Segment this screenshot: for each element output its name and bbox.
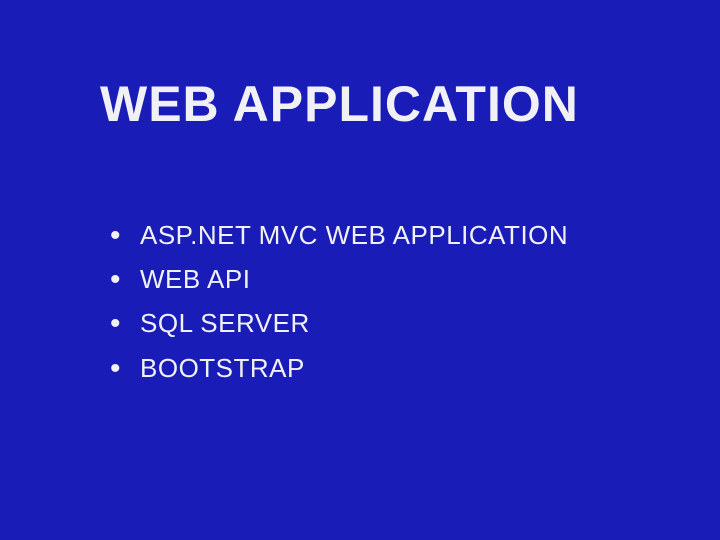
list-item: WEB API: [110, 257, 660, 301]
list-item: SQL SERVER: [110, 301, 660, 345]
list-item: BOOTSTRAP: [110, 346, 660, 390]
list-item: ASP.NET MVC WEB APPLICATION: [110, 213, 660, 257]
slide-container: WEB APPLICATION ASP.NET MVC WEB APPLICAT…: [0, 0, 720, 540]
slide-title: WEB APPLICATION: [100, 75, 660, 133]
technology-list: ASP.NET MVC WEB APPLICATION WEB API SQL …: [90, 213, 660, 390]
